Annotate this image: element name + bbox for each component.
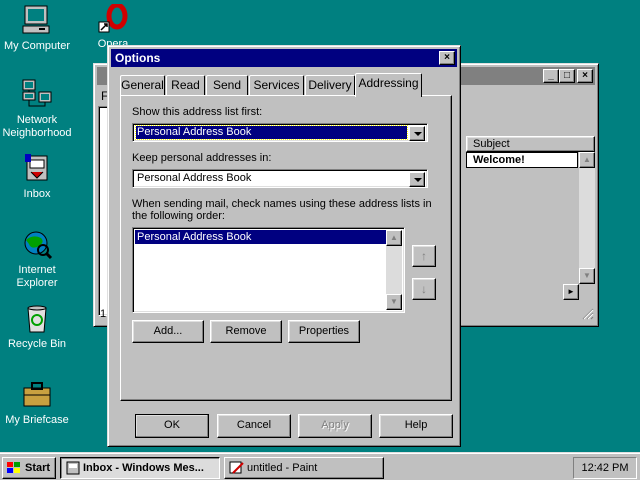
options-dialog[interactable]: Options × General Read Send Services Del… (107, 45, 461, 447)
desktop-icon-label: My Briefcase (5, 414, 69, 426)
start-label: Start (25, 462, 51, 474)
apply-button[interactable]: Apply (298, 414, 372, 438)
tab-services[interactable]: Services (249, 75, 304, 95)
desktop-icon-label: My Computer (3, 40, 71, 52)
ok-button[interactable]: OK (135, 414, 209, 438)
tab-label: Delivery (308, 78, 352, 92)
desktop-icon-label: Inbox (23, 188, 51, 200)
tab-label: General (121, 78, 164, 92)
remove-button[interactable]: Remove (210, 320, 282, 343)
close-button[interactable]: × (577, 69, 593, 83)
up-arrow-icon: ↑ (421, 249, 427, 263)
tab-addressing[interactable]: Addressing (355, 73, 422, 97)
tab-label: Send (212, 78, 242, 92)
cancel-button[interactable]: Cancel (217, 414, 291, 438)
inbox-icon (21, 152, 53, 184)
internet-explorer-icon (21, 228, 53, 260)
properties-button[interactable]: Properties (288, 320, 360, 343)
message-subject: Welcome! (473, 154, 525, 166)
show-list-label: Show this address list first: (132, 106, 263, 118)
subject-column-header[interactable]: Subject (466, 136, 595, 152)
windows-logo-icon (6, 461, 22, 475)
scroll-down-arrow-icon[interactable]: ▼ (386, 294, 402, 310)
move-down-button[interactable]: ↓ (412, 278, 436, 300)
desktop-icon-opera[interactable]: Opera (73, 2, 153, 51)
keep-addresses-value: Personal Address Book (137, 172, 252, 184)
tab-label: Read (171, 78, 200, 92)
desktop-icon-internet-explorer[interactable]: Internet Explorer (0, 228, 77, 290)
desktop-icon-network-neighborhood[interactable]: Network Neighborhood (0, 78, 77, 140)
dropdown-arrow-icon[interactable] (409, 126, 425, 141)
dropdown-arrow-icon[interactable] (409, 172, 425, 187)
clock-text: 12:42 PM (581, 462, 629, 474)
add-button[interactable]: Add... (132, 320, 204, 343)
recycle-bin-icon (21, 302, 53, 334)
move-up-button[interactable]: ↑ (412, 245, 436, 267)
apply-button-label: Apply (321, 419, 349, 431)
tab-send[interactable]: Send (206, 75, 248, 95)
scroll-down-arrow-icon[interactable]: ▼ (579, 268, 595, 284)
add-button-label: Add... (153, 325, 183, 337)
order-label-line1: When sending mail, check names using the… (132, 198, 432, 210)
close-button[interactable]: × (439, 51, 455, 65)
task-label: Inbox - Windows Mes... (83, 462, 204, 474)
dialog-titlebar[interactable]: Options × (111, 49, 457, 67)
tab-delivery[interactable]: Delivery (305, 75, 355, 95)
address-list-order[interactable]: Personal Address Book ▲ ▼ (132, 227, 405, 313)
briefcase-icon (21, 378, 53, 410)
addressing-panel: Show this address list first: Personal A… (120, 95, 452, 401)
cancel-button-label: Cancel (236, 419, 272, 431)
address-list-scrollbar[interactable]: ▲ ▼ (386, 230, 402, 310)
tab-general[interactable]: General (120, 75, 165, 95)
message-row[interactable]: Welcome! (466, 152, 578, 168)
order-label: When sending mail, check names using the… (132, 198, 432, 222)
ok-button-label: OK (164, 419, 180, 431)
scroll-up-arrow-icon[interactable]: ▲ (579, 152, 595, 168)
column-header-label: Subject (473, 138, 510, 150)
keep-addresses-label: Keep personal addresses in: (132, 152, 272, 164)
scroll-right-arrow-icon[interactable]: ► (563, 284, 579, 300)
help-button-label: Help (404, 419, 428, 431)
resize-grip-icon[interactable] (580, 306, 594, 320)
system-tray-clock[interactable]: 12:42 PM (573, 457, 637, 479)
desktop-icon-label: Network Neighborhood (2, 114, 72, 139)
maximize-button[interactable]: □ (559, 69, 575, 83)
taskbar: Start Inbox - Windows Mes... untitled - … (0, 452, 640, 480)
scroll-up-arrow-icon[interactable]: ▲ (386, 230, 402, 246)
tab-read[interactable]: Read (166, 75, 205, 95)
desktop-icon-my-briefcase[interactable]: My Briefcase (0, 378, 77, 427)
address-list-item[interactable]: Personal Address Book (135, 230, 386, 244)
task-label: untitled - Paint (247, 462, 318, 474)
show-list-dropdown[interactable]: Personal Address Book (132, 123, 428, 142)
tab-label: Addressing (358, 76, 419, 90)
keep-addresses-dropdown[interactable]: Personal Address Book (132, 169, 428, 188)
computer-icon (21, 4, 53, 36)
help-button[interactable]: Help (379, 414, 453, 438)
show-list-value: Personal Address Book (135, 125, 408, 140)
task-inbox[interactable]: Inbox - Windows Mes... (60, 457, 220, 479)
desktop-icon-label: Recycle Bin (7, 338, 67, 350)
properties-button-label: Properties (298, 325, 350, 337)
desktop-icon-my-computer[interactable]: My Computer (0, 4, 77, 53)
desktop-icon-inbox[interactable]: Inbox (0, 152, 77, 201)
order-label-line2: the following order: (132, 210, 225, 222)
opera-icon (97, 2, 129, 36)
down-arrow-icon: ↓ (421, 282, 427, 296)
task-paint[interactable]: untitled - Paint (224, 457, 384, 479)
status-fragment: 1 (100, 308, 107, 320)
inbox-icon (65, 461, 81, 475)
minimize-button[interactable]: _ (543, 69, 559, 83)
start-button[interactable]: Start (2, 457, 56, 479)
paint-icon (229, 461, 245, 475)
desktop-icon-label: Internet Explorer (16, 264, 58, 289)
desktop-icon-recycle-bin[interactable]: Recycle Bin (0, 302, 77, 351)
tab-label: Services (253, 78, 300, 92)
dialog-title: Options (115, 51, 161, 65)
message-list-scrollbar[interactable]: ▲ ▼ (579, 152, 595, 284)
network-icon (21, 78, 53, 110)
remove-button-label: Remove (225, 325, 267, 337)
